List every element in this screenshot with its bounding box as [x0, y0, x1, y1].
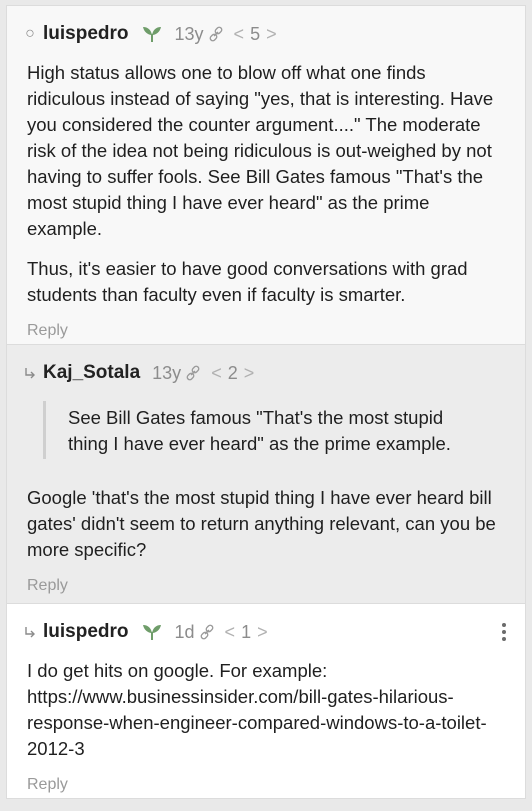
comment: Kaj_Sotala 13y < 2 > See Bill Gates famo… — [6, 345, 526, 603]
sprout-icon — [142, 27, 161, 42]
nested-reply-arrow-icon[interactable] — [23, 625, 37, 639]
blockquote: See Bill Gates famous "That's the most s… — [43, 401, 485, 459]
chevron-left-icon[interactable]: < — [225, 622, 236, 643]
comment-paragraph: High status allows one to blow off what … — [27, 62, 494, 239]
karma-score: 2 — [227, 362, 238, 383]
sprout-icon — [142, 625, 161, 640]
link-icon[interactable] — [185, 365, 201, 381]
author-name[interactable]: Kaj_Sotala — [43, 362, 140, 384]
comment-paragraph: I do get hits on google. For example: ht… — [27, 660, 487, 759]
reply-button[interactable]: Reply — [27, 776, 68, 794]
comment-meta: luispedro 1d < 1 > — [7, 618, 525, 646]
comment-paragraph: Thus, it's easier to have good conversat… — [27, 258, 468, 305]
comment-thread: ○ luispedro 13y < 5 > High status allows… — [6, 5, 526, 799]
karma-score: 1 — [241, 621, 252, 642]
reply-button[interactable]: Reply — [27, 577, 68, 595]
nested-reply-arrow-icon[interactable] — [23, 366, 37, 380]
reply-button[interactable]: Reply — [27, 322, 68, 340]
comment-age[interactable]: 13y — [175, 24, 204, 45]
comment-body: I do get hits on google. For example: ht… — [7, 658, 525, 762]
author-name[interactable]: luispedro — [43, 621, 129, 643]
author-name[interactable]: luispedro — [43, 23, 129, 45]
link-icon[interactable] — [199, 624, 215, 640]
more-vertical-icon[interactable] — [499, 621, 509, 643]
comment-age[interactable]: 1d — [175, 622, 195, 643]
comment-paragraph: Google 'that's the most stupid thing I h… — [27, 487, 496, 560]
chevron-left-icon[interactable]: < — [234, 24, 245, 45]
comment: luispedro 1d < 1 > I do get hits on goog… — [6, 603, 526, 799]
chevron-right-icon[interactable]: > — [257, 622, 268, 643]
comment-body: High status allows one to blow off what … — [7, 60, 525, 308]
comment-body: Google 'that's the most stupid thing I h… — [7, 485, 525, 563]
chevron-left-icon[interactable]: < — [211, 363, 222, 384]
comment-age[interactable]: 13y — [152, 363, 181, 384]
chevron-right-icon[interactable]: > — [244, 363, 255, 384]
link-icon[interactable] — [208, 26, 224, 42]
chevron-right-icon[interactable]: > — [266, 24, 277, 45]
comment-meta: ○ luispedro 13y < 5 > — [7, 20, 525, 48]
circle-icon[interactable]: ○ — [23, 25, 37, 42]
karma-score: 5 — [250, 23, 261, 44]
comment: ○ luispedro 13y < 5 > High status allows… — [6, 5, 526, 345]
comment-meta: Kaj_Sotala 13y < 2 > — [7, 359, 525, 387]
